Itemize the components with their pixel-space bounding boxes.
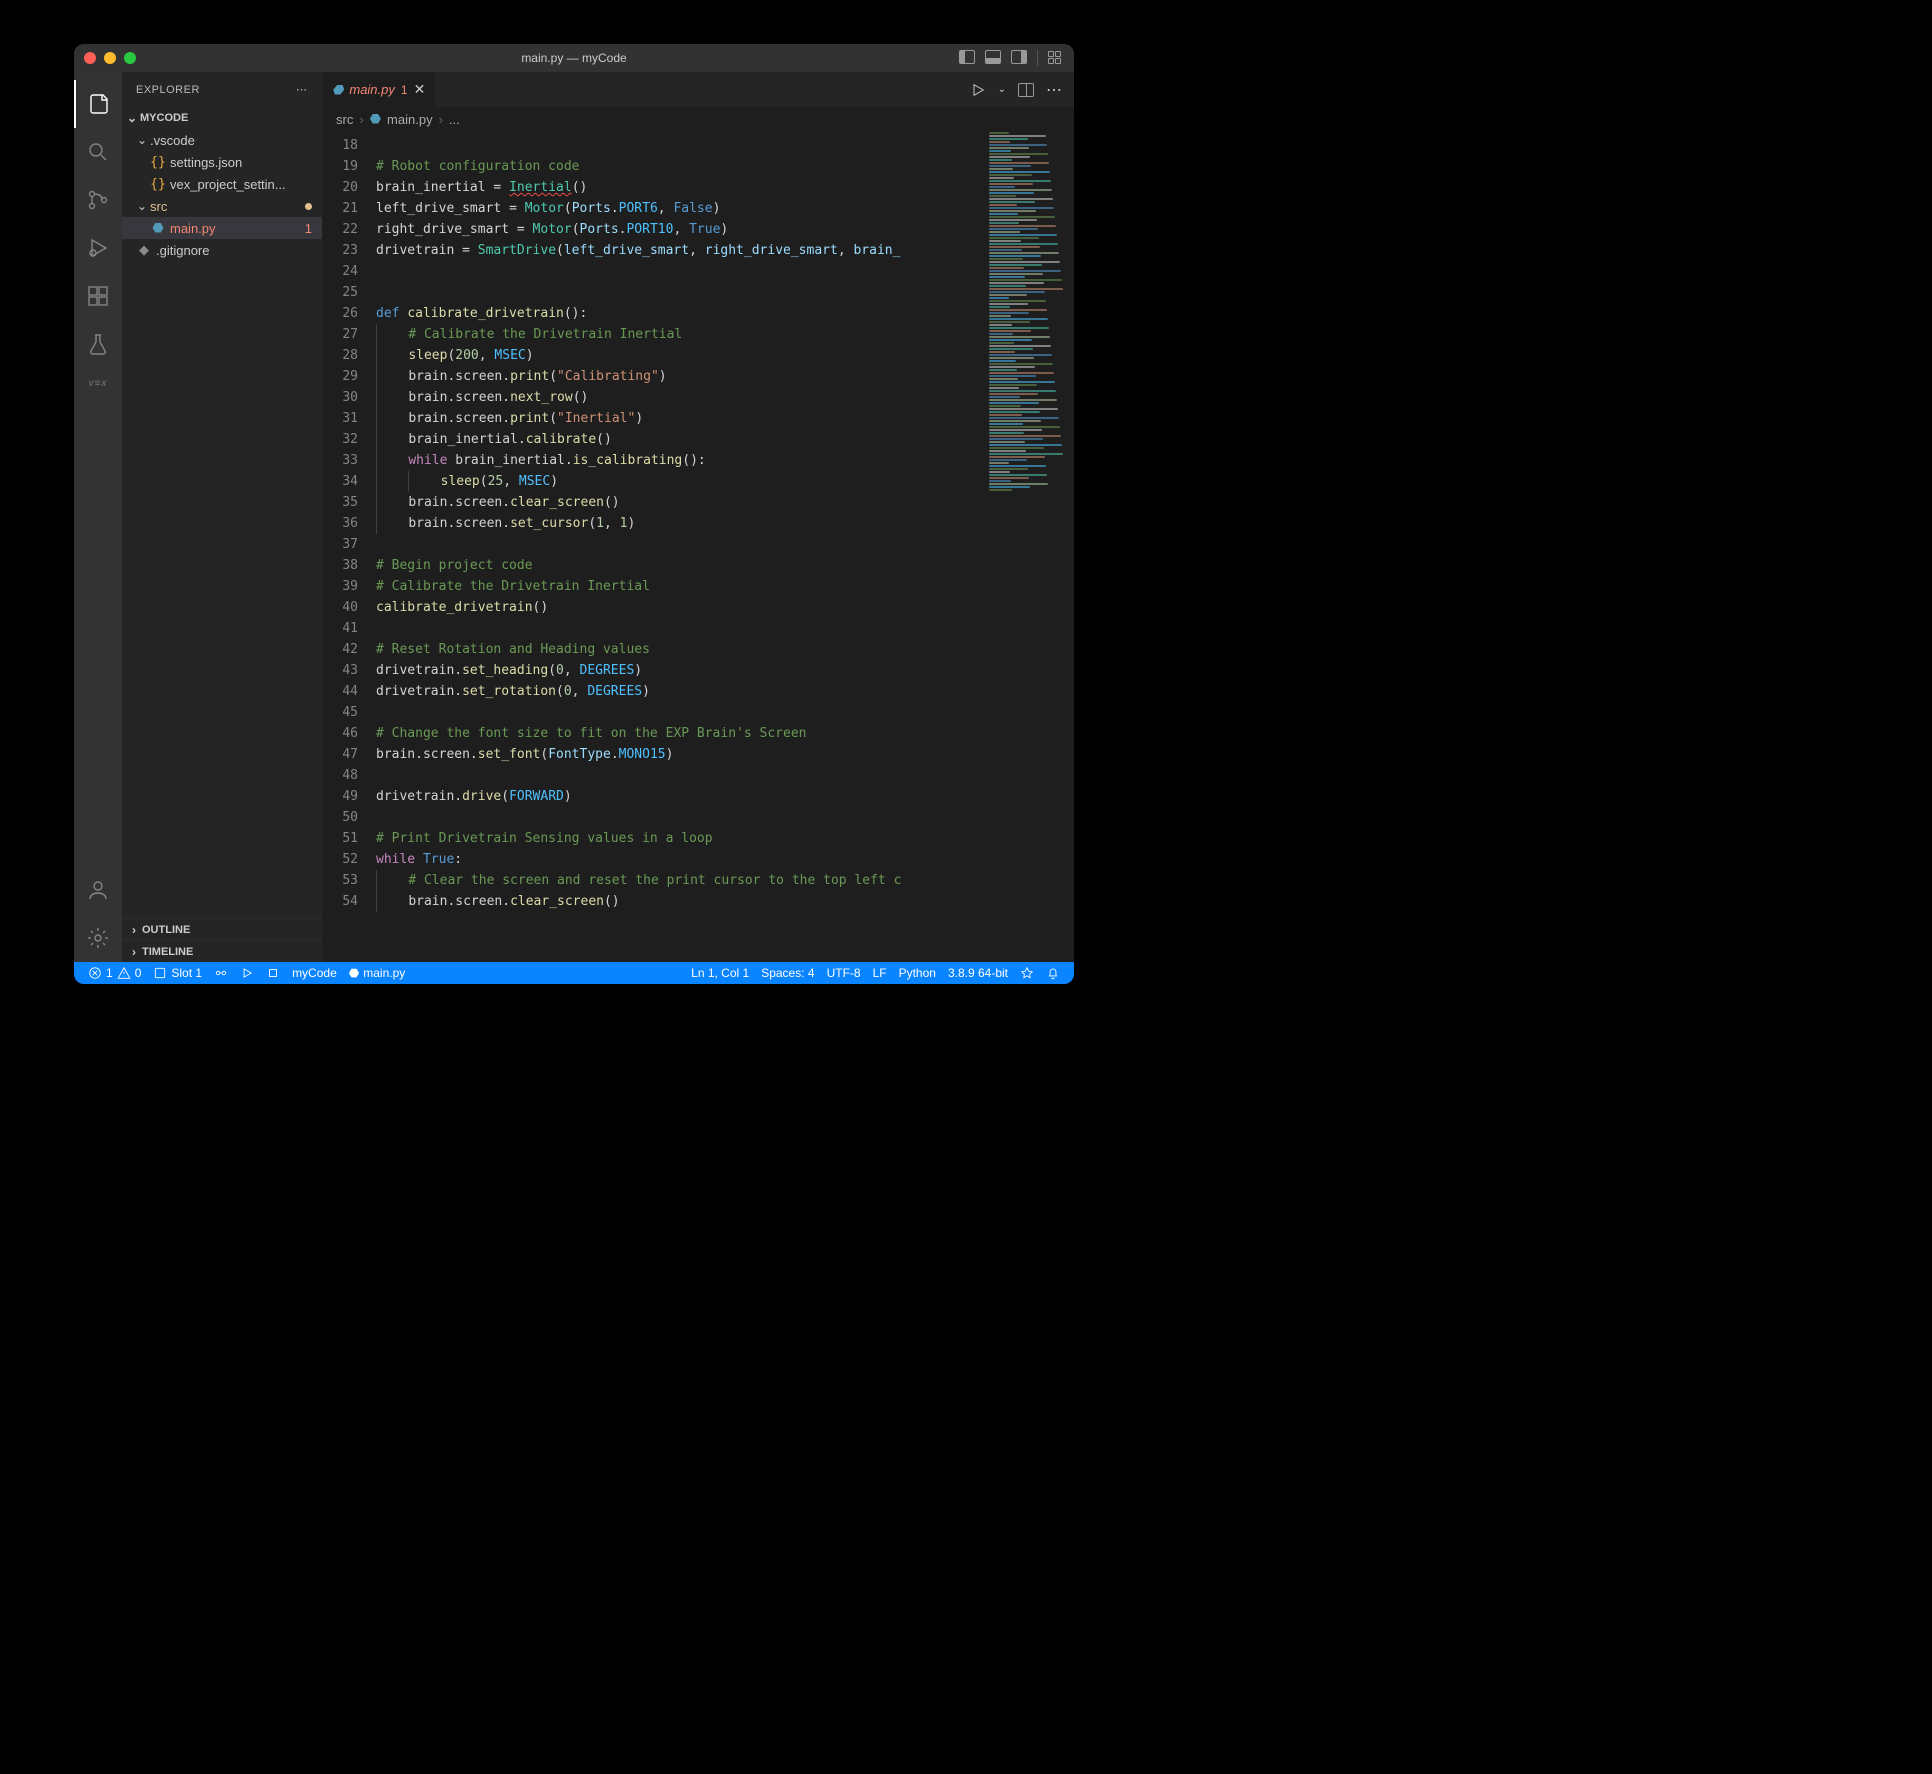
- status-device-icon[interactable]: [208, 962, 234, 984]
- folder-vscode[interactable]: ⌄ .vscode: [122, 129, 322, 151]
- file-vex-project-settings[interactable]: {} vex_project_settin...: [122, 173, 322, 195]
- error-count-badge: 1: [305, 221, 312, 236]
- status-bar: 1 0 Slot 1 myCode ⬣ main.py Ln 1, Col 1 …: [74, 962, 1074, 984]
- chevron-down-icon: ⌄: [136, 133, 148, 147]
- chevron-right-icon: ›: [128, 923, 140, 937]
- activity-bar: v≡x: [74, 72, 122, 962]
- window-title: main.py — myCode: [521, 51, 626, 65]
- chevron-right-icon: ›: [439, 112, 443, 127]
- status-stop-button[interactable]: [260, 962, 286, 984]
- line-number-gutter: 1819202122232425262728293031323334353637…: [322, 131, 376, 962]
- workspace-name: MYCODE: [140, 112, 188, 124]
- vscode-window: main.py — myCode: [74, 44, 1074, 984]
- breadcrumb[interactable]: src › ⬣ main.py › ...: [322, 107, 1074, 131]
- status-python-interpreter[interactable]: 3.8.9 64-bit: [942, 962, 1014, 984]
- close-window-button[interactable]: [84, 52, 96, 64]
- python-file-icon: ⬣: [370, 111, 381, 127]
- breadcrumb-item[interactable]: ...: [449, 112, 460, 127]
- modified-dot-icon: [305, 203, 312, 210]
- breadcrumb-item[interactable]: src: [336, 112, 353, 127]
- chevron-down-icon: ⌄: [126, 111, 138, 125]
- tab-error-badge: 1: [401, 83, 408, 97]
- toggle-panel-icon[interactable]: [985, 50, 1001, 64]
- settings-activity-icon[interactable]: [74, 914, 122, 962]
- source-control-activity-icon[interactable]: [74, 176, 122, 224]
- workspace-root[interactable]: ⌄ MYCODE: [122, 107, 322, 129]
- status-eol[interactable]: LF: [867, 962, 893, 984]
- explorer-more-icon[interactable]: ⋯: [296, 83, 308, 96]
- status-encoding[interactable]: UTF-8: [821, 962, 867, 984]
- chevron-right-icon: ›: [359, 112, 363, 127]
- explorer-header: EXPLORER ⋯: [122, 72, 322, 107]
- python-file-icon: ⬣: [349, 966, 359, 980]
- customize-layout-icon[interactable]: [1048, 50, 1064, 64]
- json-file-icon: {}: [150, 155, 166, 170]
- editor-region: ⬣ main.py 1 ✕ ⌄ ⋯ src › ⬣ main.py › ...: [322, 72, 1074, 962]
- file-gitignore[interactable]: ◆ .gitignore: [122, 239, 322, 261]
- tab-more-icon[interactable]: ⋯: [1046, 80, 1062, 100]
- folder-src[interactable]: ⌄ src: [122, 195, 322, 217]
- testing-activity-icon[interactable]: [74, 320, 122, 368]
- folder-label: src: [150, 199, 167, 214]
- layout-controls: [959, 50, 1064, 66]
- file-tree: ⌄ .vscode {} settings.json {} vex_projec…: [122, 129, 322, 918]
- file-main-py[interactable]: ⬣ main.py 1: [122, 217, 322, 239]
- breadcrumb-item[interactable]: main.py: [387, 112, 433, 127]
- git-file-icon: ◆: [136, 242, 152, 258]
- accounts-activity-icon[interactable]: [74, 866, 122, 914]
- run-dropdown-icon[interactable]: ⌄: [998, 84, 1006, 95]
- file-label: main.py: [170, 221, 216, 236]
- status-problems[interactable]: 1 0: [82, 962, 147, 984]
- extensions-activity-icon[interactable]: [74, 272, 122, 320]
- tab-bar: ⬣ main.py 1 ✕ ⌄ ⋯: [322, 72, 1074, 107]
- toggle-primary-sidebar-icon[interactable]: [959, 50, 975, 64]
- outline-section[interactable]: ›OUTLINE: [122, 918, 322, 940]
- status-feedback-icon[interactable]: [1014, 962, 1040, 984]
- status-project[interactable]: myCode: [286, 962, 343, 984]
- json-file-icon: {}: [150, 177, 166, 192]
- run-debug-activity-icon[interactable]: [74, 224, 122, 272]
- python-file-icon: ⬣: [150, 220, 166, 236]
- chevron-down-icon: ⌄: [136, 199, 148, 213]
- python-file-icon: ⬣: [332, 82, 343, 98]
- file-label: settings.json: [170, 155, 242, 170]
- tab-main-py[interactable]: ⬣ main.py 1 ✕: [322, 72, 436, 107]
- chevron-right-icon: ›: [128, 945, 140, 959]
- file-label: .gitignore: [156, 243, 209, 258]
- split-editor-icon[interactable]: [1018, 83, 1034, 97]
- status-notifications-icon[interactable]: [1040, 962, 1066, 984]
- traffic-lights: [84, 52, 136, 64]
- file-label: vex_project_settin...: [170, 177, 286, 192]
- status-indentation[interactable]: Spaces: 4: [755, 962, 820, 984]
- timeline-section[interactable]: ›TIMELINE: [122, 940, 322, 962]
- file-settings-json[interactable]: {} settings.json: [122, 151, 322, 173]
- run-file-icon[interactable]: [970, 82, 986, 98]
- status-play-button[interactable]: [234, 962, 260, 984]
- title-bar: main.py — myCode: [74, 44, 1074, 72]
- status-language[interactable]: Python: [893, 962, 942, 984]
- status-cursor-position[interactable]: Ln 1, Col 1: [685, 962, 755, 984]
- toggle-secondary-sidebar-icon[interactable]: [1011, 50, 1027, 64]
- minimize-window-button[interactable]: [104, 52, 116, 64]
- status-slot[interactable]: Slot 1: [147, 962, 208, 984]
- folder-label: .vscode: [150, 133, 195, 148]
- tab-label: main.py: [349, 82, 395, 97]
- vex-activity-icon[interactable]: v≡x: [74, 368, 122, 399]
- explorer-activity-icon[interactable]: [74, 80, 122, 128]
- close-tab-icon[interactable]: ✕: [414, 81, 426, 98]
- explorer-sidebar: EXPLORER ⋯ ⌄ MYCODE ⌄ .vscode {} setting…: [122, 72, 322, 962]
- minimap[interactable]: [984, 131, 1074, 441]
- search-activity-icon[interactable]: [74, 128, 122, 176]
- status-file[interactable]: ⬣ main.py: [343, 962, 412, 984]
- explorer-title: EXPLORER: [136, 84, 200, 96]
- code-editor[interactable]: 1819202122232425262728293031323334353637…: [322, 131, 1074, 962]
- maximize-window-button[interactable]: [124, 52, 136, 64]
- code-content[interactable]: # Robot configuration codebrain_inertial…: [376, 131, 1074, 962]
